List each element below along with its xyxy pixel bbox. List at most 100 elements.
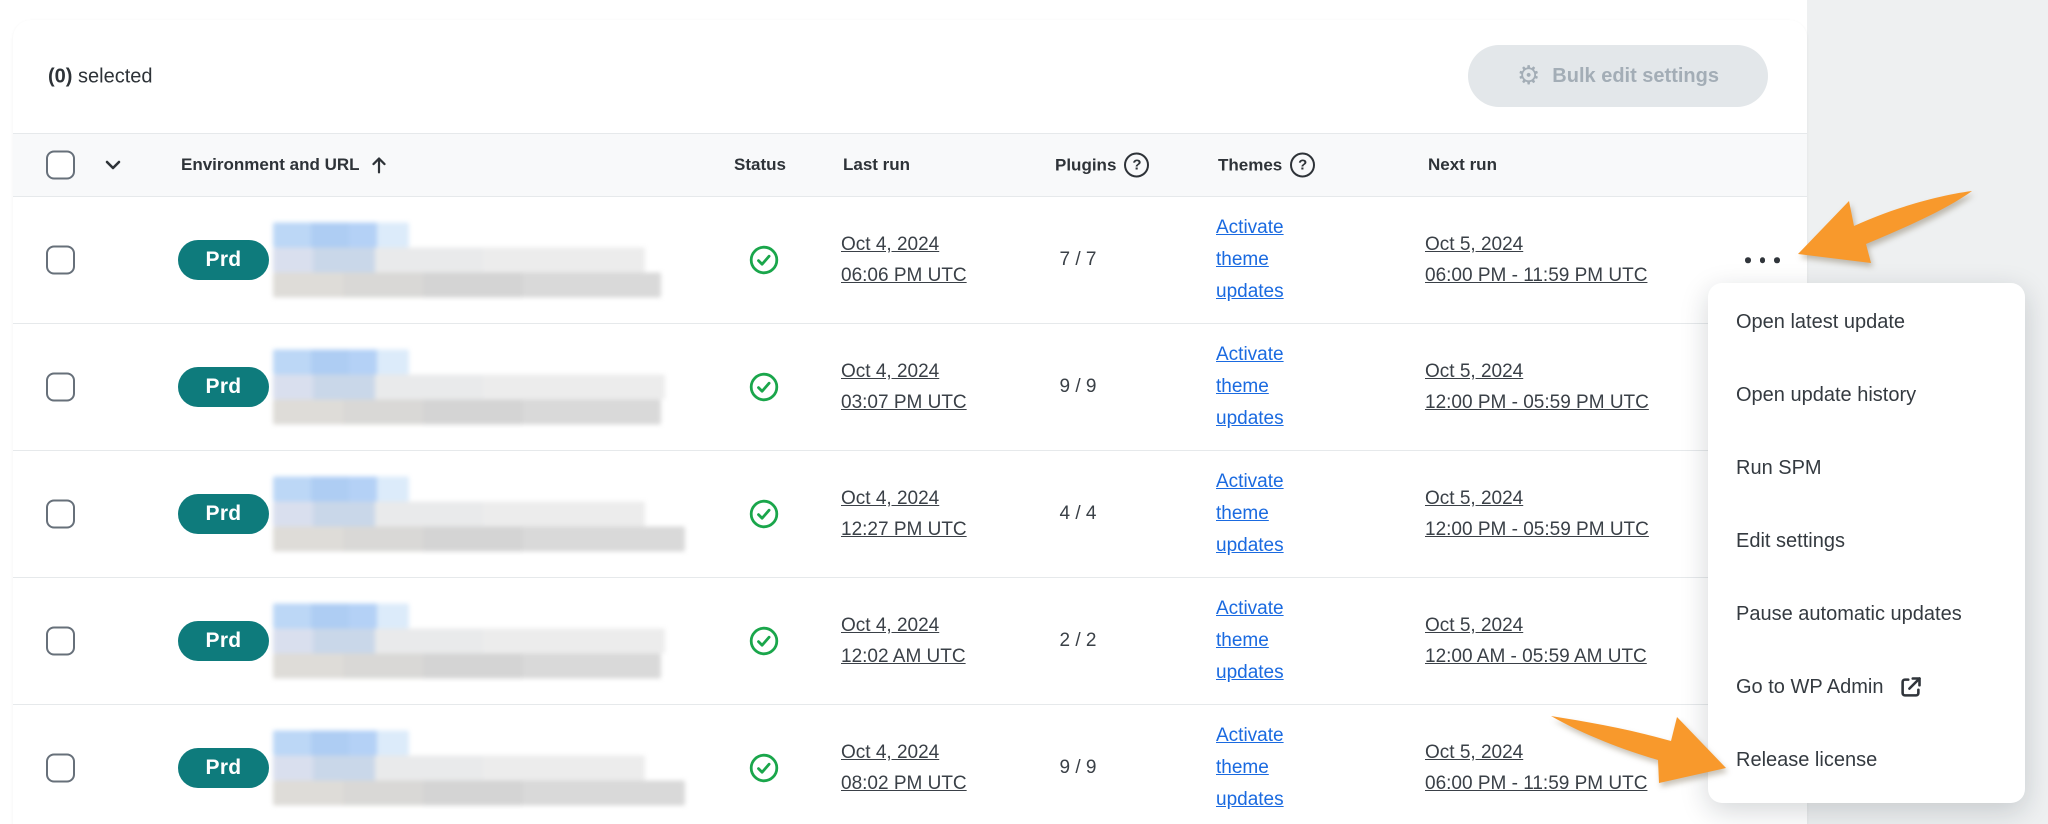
row-checkbox[interactable] xyxy=(46,245,75,275)
last-run-link[interactable]: Oct 4, 2024 12:02 AM UTC xyxy=(841,610,966,672)
themes-cell: Activate theme updates xyxy=(1216,720,1318,816)
chevron-down-icon xyxy=(105,160,121,170)
last-run-date: Oct 4, 2024 xyxy=(841,361,940,382)
table-toolbar: (0) selected ⚙ Bulk edit settings xyxy=(13,20,1807,133)
table-row: Prd Oct 4, 2024 06:06 PM UTC 7 / 7 Activ… xyxy=(13,197,1807,324)
row-checkbox-cell xyxy=(46,372,75,402)
row-checkbox-cell xyxy=(46,499,75,529)
column-next-run: Next run xyxy=(1428,155,1497,175)
last-run-link[interactable]: Oct 4, 2024 08:02 PM UTC xyxy=(841,737,967,799)
last-run-date: Oct 4, 2024 xyxy=(841,615,940,636)
activate-theme-updates-link[interactable]: Activate theme updates xyxy=(1216,344,1284,429)
status-success-icon xyxy=(748,498,780,530)
table-row: Prd Oct 4, 2024 12:02 AM UTC 2 / 2 Activ… xyxy=(13,578,1807,705)
row-actions-menu: Open latest update Open update history R… xyxy=(1708,283,2025,803)
redacted-environment-url xyxy=(273,730,685,806)
row-actions-kebab-icon[interactable] xyxy=(1745,257,1780,263)
themes-cell: Activate theme updates xyxy=(1216,212,1318,308)
next-run-link[interactable]: Oct 5, 2024 12:00 PM - 05:59 PM UTC xyxy=(1425,356,1649,418)
status-success-icon xyxy=(748,752,780,784)
sort-arrow-up-icon xyxy=(371,157,386,174)
activate-theme-updates-link[interactable]: Activate theme updates xyxy=(1216,598,1284,683)
themes-cell: Activate theme updates xyxy=(1216,593,1318,689)
menu-item-label: Pause automatic updates xyxy=(1736,603,1962,625)
next-run-link[interactable]: Oct 5, 2024 06:00 PM - 11:59 PM UTC xyxy=(1425,737,1647,799)
last-run-link[interactable]: Oct 4, 2024 06:06 PM UTC xyxy=(841,229,967,291)
select-all-checkbox[interactable] xyxy=(46,150,75,180)
redacted-environment-url xyxy=(273,222,663,298)
redacted-url-line xyxy=(273,272,661,298)
menu-item-open-update-history[interactable]: Open update history xyxy=(1708,359,2025,432)
last-run-time: 12:27 PM UTC xyxy=(841,519,967,540)
gear-icon: ⚙ xyxy=(1516,61,1541,91)
menu-item-label: Open update history xyxy=(1736,384,1917,406)
themes-cell: Activate theme updates xyxy=(1216,339,1318,435)
row-checkbox[interactable] xyxy=(46,753,75,783)
next-run-window: 12:00 PM - 05:59 PM UTC xyxy=(1425,392,1649,413)
menu-item-run-spm[interactable]: Run SPM xyxy=(1708,432,2025,505)
last-run-link[interactable]: Oct 4, 2024 12:27 PM UTC xyxy=(841,483,967,545)
last-run-link[interactable]: Oct 4, 2024 03:07 PM UTC xyxy=(841,356,967,418)
table-row: Prd Oct 4, 2024 12:27 PM UTC 4 / 4 Activ… xyxy=(13,451,1807,578)
next-run-date: Oct 5, 2024 xyxy=(1425,488,1524,509)
redacted-url-line xyxy=(273,780,685,806)
column-next-run-label: Next run xyxy=(1428,155,1497,174)
column-plugins: Plugins ? xyxy=(1055,152,1150,178)
last-run-date: Oct 4, 2024 xyxy=(841,234,940,255)
next-run-link[interactable]: Oct 5, 2024 12:00 AM - 05:59 AM UTC xyxy=(1425,610,1647,672)
menu-item-label: Open latest update xyxy=(1736,311,1906,333)
plugins-count: 7 / 7 xyxy=(1059,249,1097,270)
next-run-link[interactable]: Oct 5, 2024 06:00 PM - 11:59 PM UTC xyxy=(1425,229,1647,291)
redacted-url-line xyxy=(273,526,685,552)
activate-theme-updates-link[interactable]: Activate theme updates xyxy=(1216,471,1284,556)
selected-count: (0) xyxy=(48,65,73,87)
bulk-edit-settings-button[interactable]: ⚙ Bulk edit settings xyxy=(1468,45,1768,107)
column-status-label: Status xyxy=(734,155,786,174)
column-environment-label: Environment and URL xyxy=(181,155,360,174)
menu-item-label: Run SPM xyxy=(1736,457,1822,479)
themes-help-icon[interactable]: ? xyxy=(1290,152,1316,178)
menu-item-label: Go to WP Admin xyxy=(1736,676,1884,698)
column-themes-label: Themes xyxy=(1218,155,1283,174)
row-checkbox[interactable] xyxy=(46,626,75,656)
select-options-dropdown[interactable] xyxy=(101,153,125,177)
plugins-count: 9 / 9 xyxy=(1059,757,1097,778)
menu-item-label: Release license xyxy=(1736,749,1878,771)
redacted-site-name xyxy=(273,603,409,629)
redacted-url-line xyxy=(273,374,665,400)
column-plugins-label: Plugins xyxy=(1055,155,1117,174)
next-run-link[interactable]: Oct 5, 2024 12:00 PM - 05:59 PM UTC xyxy=(1425,483,1649,545)
table-row: Prd Oct 4, 2024 08:02 PM UTC 9 / 9 Activ… xyxy=(13,705,1807,824)
redacted-site-name xyxy=(273,730,409,756)
next-run-window: 06:00 PM - 11:59 PM UTC xyxy=(1425,265,1648,286)
row-checkbox[interactable] xyxy=(46,372,75,402)
menu-item-release-license[interactable]: Release license xyxy=(1708,724,2025,797)
next-run-window: 12:00 AM - 05:59 AM UTC xyxy=(1425,646,1647,667)
environment-badge: Prd xyxy=(178,367,269,407)
activate-theme-updates-link[interactable]: Activate theme updates xyxy=(1216,725,1284,810)
last-run-date: Oct 4, 2024 xyxy=(841,742,940,763)
table-header-row: Environment and URL Status Last run Plug… xyxy=(13,133,1807,197)
next-run-date: Oct 5, 2024 xyxy=(1425,615,1524,636)
page: (0) selected ⚙ Bulk edit settings Enviro… xyxy=(0,0,2048,824)
activate-theme-updates-link[interactable]: Activate theme updates xyxy=(1216,217,1284,302)
redacted-environment-url xyxy=(273,603,665,679)
plugins-help-icon[interactable]: ? xyxy=(1124,152,1150,178)
last-run-time: 03:07 PM UTC xyxy=(841,392,967,413)
column-last-run: Last run xyxy=(843,155,910,175)
last-run-time: 08:02 PM UTC xyxy=(841,773,967,794)
menu-item-go-to-wp-admin[interactable]: Go to WP Admin xyxy=(1708,651,2025,724)
redacted-url-line xyxy=(273,653,661,679)
column-environment[interactable]: Environment and URL xyxy=(181,154,390,176)
redacted-site-name xyxy=(273,476,409,502)
table-row: Prd Oct 4, 2024 03:07 PM UTC 9 / 9 Activ… xyxy=(13,324,1807,451)
menu-item-pause-automatic-updates[interactable]: Pause automatic updates xyxy=(1708,578,2025,651)
redacted-site-name xyxy=(273,222,409,248)
menu-item-edit-settings[interactable]: Edit settings xyxy=(1708,505,2025,578)
redacted-site-name xyxy=(273,349,409,375)
row-checkbox[interactable] xyxy=(46,499,75,529)
external-link-icon xyxy=(1901,677,1922,697)
row-checkbox-cell xyxy=(46,245,75,275)
status-success-icon xyxy=(748,625,780,657)
menu-item-open-latest-update[interactable]: Open latest update xyxy=(1708,286,2025,359)
